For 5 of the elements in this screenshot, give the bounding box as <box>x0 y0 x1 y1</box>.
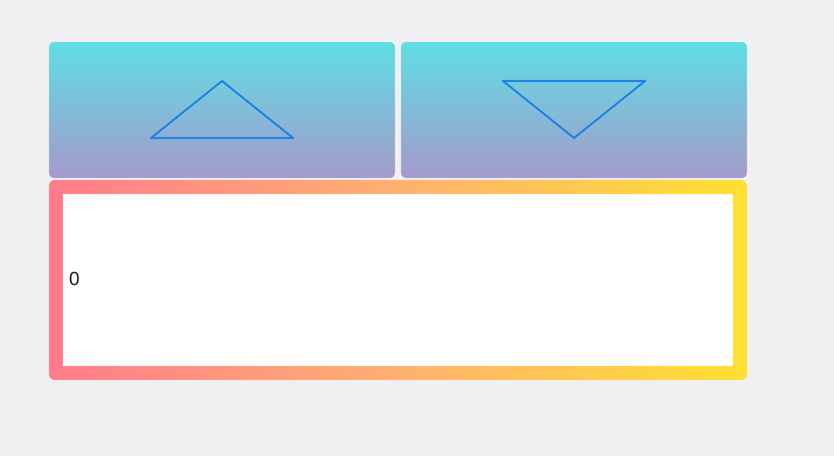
up-triangle-icon <box>150 80 294 140</box>
down-triangle-icon <box>502 80 646 140</box>
up-button[interactable] <box>49 42 395 178</box>
display-value: 0 <box>69 269 80 291</box>
down-button[interactable] <box>401 42 747 178</box>
